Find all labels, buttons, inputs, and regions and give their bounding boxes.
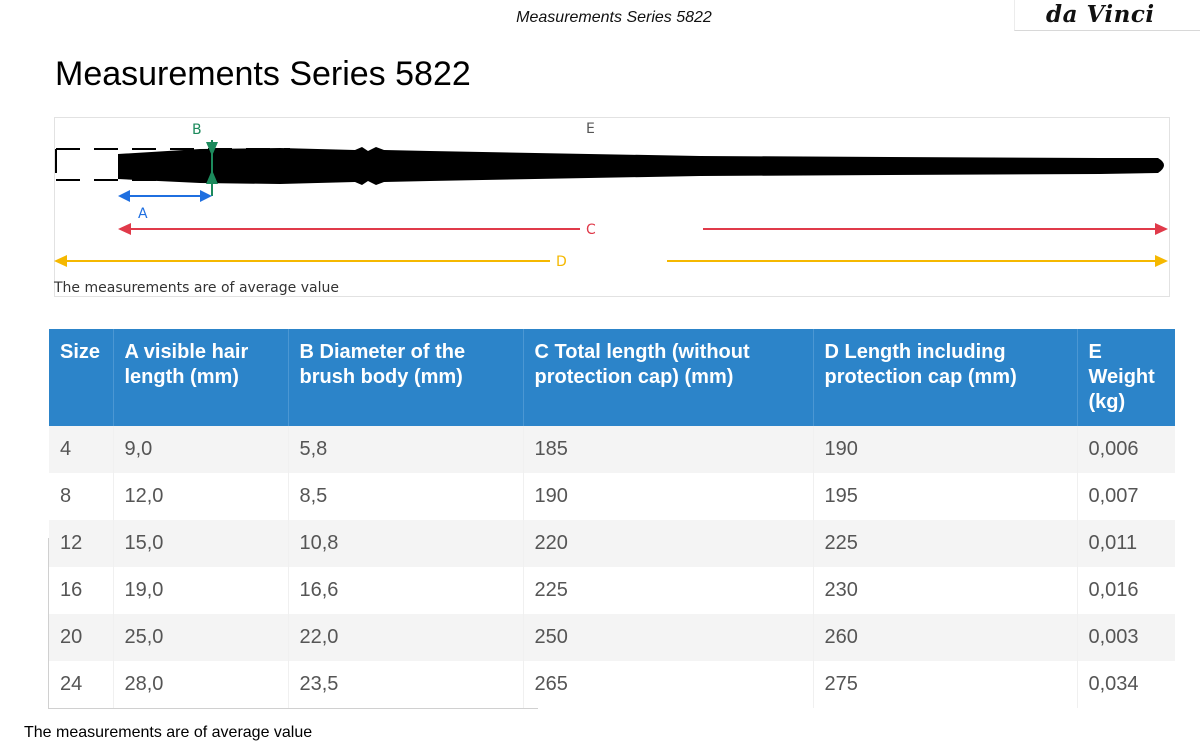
cell-b: 10,8 xyxy=(287,520,523,567)
footer-note: The measurements are of average value xyxy=(24,724,313,741)
table-header-row: Size A visible hair length (mm) B Diamet… xyxy=(49,329,1175,426)
column-header-a: A visible hair length (mm) xyxy=(112,329,288,426)
page-title: Measurements Series 5822 xyxy=(55,55,471,93)
cell-size: 4 xyxy=(49,426,113,473)
cell-d: 190 xyxy=(812,426,1077,473)
cell-d: 195 xyxy=(812,473,1077,520)
cell-size: 24 xyxy=(49,661,113,708)
cell-e: 0,003 xyxy=(1076,614,1175,661)
arrow-c xyxy=(118,223,1168,235)
cell-b: 23,5 xyxy=(287,661,523,708)
davinci-logo: da Vinci xyxy=(1046,1,1155,28)
cell-b: 5,8 xyxy=(287,426,523,473)
cell-a: 9,0 xyxy=(112,426,288,473)
cell-size: 16 xyxy=(49,567,113,614)
cell-a: 12,0 xyxy=(112,473,288,520)
cell-a: 19,0 xyxy=(112,567,288,614)
cell-e: 0,006 xyxy=(1076,426,1175,473)
table-row: 4 9,0 5,8 185 190 0,006 xyxy=(49,426,1175,473)
label-a: A xyxy=(138,206,148,222)
cell-c: 225 xyxy=(522,567,813,614)
column-header-d: D Length including protection cap (mm) xyxy=(812,329,1077,426)
cell-d: 230 xyxy=(812,567,1077,614)
cell-b: 22,0 xyxy=(287,614,523,661)
table-bottom-border xyxy=(48,708,538,709)
cell-c: 220 xyxy=(522,520,813,567)
cell-e: 0,034 xyxy=(1076,661,1175,708)
label-c: C xyxy=(586,222,596,238)
arrow-a xyxy=(118,190,212,202)
label-d: D xyxy=(556,254,567,270)
cell-d: 260 xyxy=(812,614,1077,661)
table-row: 8 12,0 8,5 190 195 0,007 xyxy=(49,473,1175,520)
table-row: 12 15,0 10,8 220 225 0,011 xyxy=(49,520,1175,567)
cell-size: 12 xyxy=(49,520,113,567)
cell-size: 8 xyxy=(49,473,113,520)
table-row: 20 25,0 22,0 250 260 0,003 xyxy=(49,614,1175,661)
label-b: B xyxy=(192,122,202,138)
label-e: E xyxy=(586,121,595,137)
table-row: 24 28,0 23,5 265 275 0,034 xyxy=(49,661,1175,708)
arrow-d xyxy=(54,255,1168,267)
cell-b: 8,5 xyxy=(287,473,523,520)
cell-e: 0,007 xyxy=(1076,473,1175,520)
brush-diagram: B A E C D xyxy=(54,121,1168,270)
cell-c: 185 xyxy=(522,426,813,473)
cell-c: 265 xyxy=(522,661,813,708)
table-left-border xyxy=(48,538,49,708)
cell-d: 275 xyxy=(812,661,1077,708)
cell-e: 0,011 xyxy=(1076,520,1175,567)
cell-a: 25,0 xyxy=(112,614,288,661)
cell-size: 20 xyxy=(49,614,113,661)
cell-c: 190 xyxy=(522,473,813,520)
column-header-size: Size xyxy=(49,329,113,426)
column-header-e: E Weight (kg) xyxy=(1076,329,1175,426)
diagram-note: The measurements are of average value xyxy=(54,280,339,296)
cell-e: 0,016 xyxy=(1076,567,1175,614)
measurements-table: Size A visible hair length (mm) B Diamet… xyxy=(49,329,1175,708)
column-header-b: B Diameter of the brush body (mm) xyxy=(287,329,523,426)
cell-a: 28,0 xyxy=(112,661,288,708)
cell-c: 250 xyxy=(522,614,813,661)
table-row: 16 19,0 16,6 225 230 0,016 xyxy=(49,567,1175,614)
cell-a: 15,0 xyxy=(112,520,288,567)
column-header-c: C Total length (without protection cap) … xyxy=(522,329,813,426)
cell-b: 16,6 xyxy=(287,567,523,614)
cell-d: 225 xyxy=(812,520,1077,567)
brush-silhouette xyxy=(118,147,1164,185)
